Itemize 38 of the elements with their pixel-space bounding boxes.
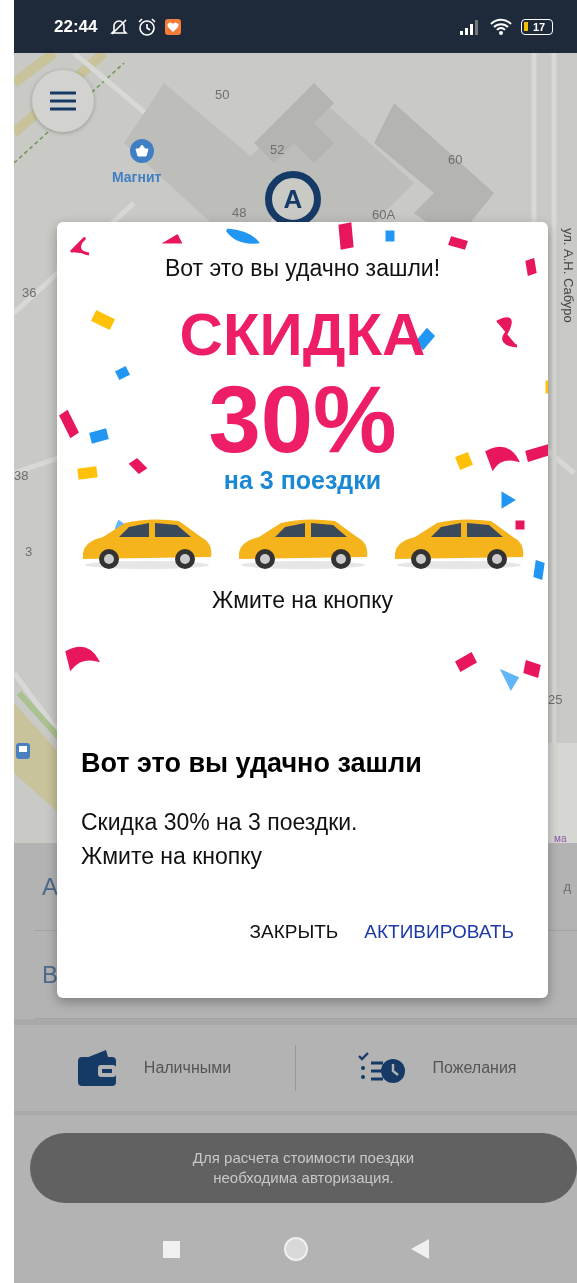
map-label: ма (554, 833, 567, 844)
close-button[interactable]: ЗАКРЫТЬ (243, 913, 345, 951)
field-hint: д (563, 879, 571, 894)
alarm-icon (137, 16, 158, 37)
map-house-number: 60 (448, 152, 463, 167)
wallet-icon (77, 1050, 118, 1086)
bus-stop-icon[interactable] (16, 743, 30, 759)
map-house-number: 60А (372, 207, 396, 222)
field-label[interactable]: В (42, 960, 58, 989)
toast-message: Для расчета стоимости поездки необходима авторизация. (30, 1133, 577, 1203)
map-house-number: 50 (215, 87, 230, 102)
menu-icon (50, 91, 76, 111)
map-house-number: 52 (270, 142, 285, 157)
heart-app-icon (165, 18, 182, 35)
wifi-icon (489, 17, 513, 36)
dialog-title: Вот это вы удачно зашли (81, 748, 423, 779)
muted-bell-icon (109, 16, 130, 37)
wishes-option[interactable]: Пожелания (296, 1052, 577, 1084)
menu-button[interactable] (32, 70, 94, 132)
map-house-number: 25 (548, 692, 563, 707)
map-house-number: 48 (232, 205, 247, 220)
map-house-number: 3 (25, 544, 33, 559)
payment-option[interactable]: Наличными (14, 1050, 295, 1086)
dialog-message: Скидка 30% на 3 поездки. Жмите на кнопку (81, 808, 359, 871)
signal-icon (459, 18, 481, 35)
field-label[interactable]: А (42, 872, 58, 901)
map-house-number: 36 (22, 285, 37, 300)
status-time: 22:44 (54, 16, 98, 37)
battery-indicator: 17 (521, 18, 553, 35)
basket-icon[interactable] (130, 139, 154, 163)
banner-call-to-action: Жмите на кнопку (211, 587, 394, 614)
checklist-clock-icon (356, 1052, 407, 1084)
map-house-number: 38 (14, 468, 29, 483)
banner-promo-title: СКИДКА (179, 300, 426, 370)
banner-heading: Вот это вы удачно зашли! (164, 255, 441, 282)
activate-button[interactable]: АКТИВИРОВАТЬ (358, 913, 520, 951)
street-label: ул. А.Н. Сабуро (561, 228, 576, 323)
map-place-label[interactable]: Магнит (112, 169, 162, 185)
